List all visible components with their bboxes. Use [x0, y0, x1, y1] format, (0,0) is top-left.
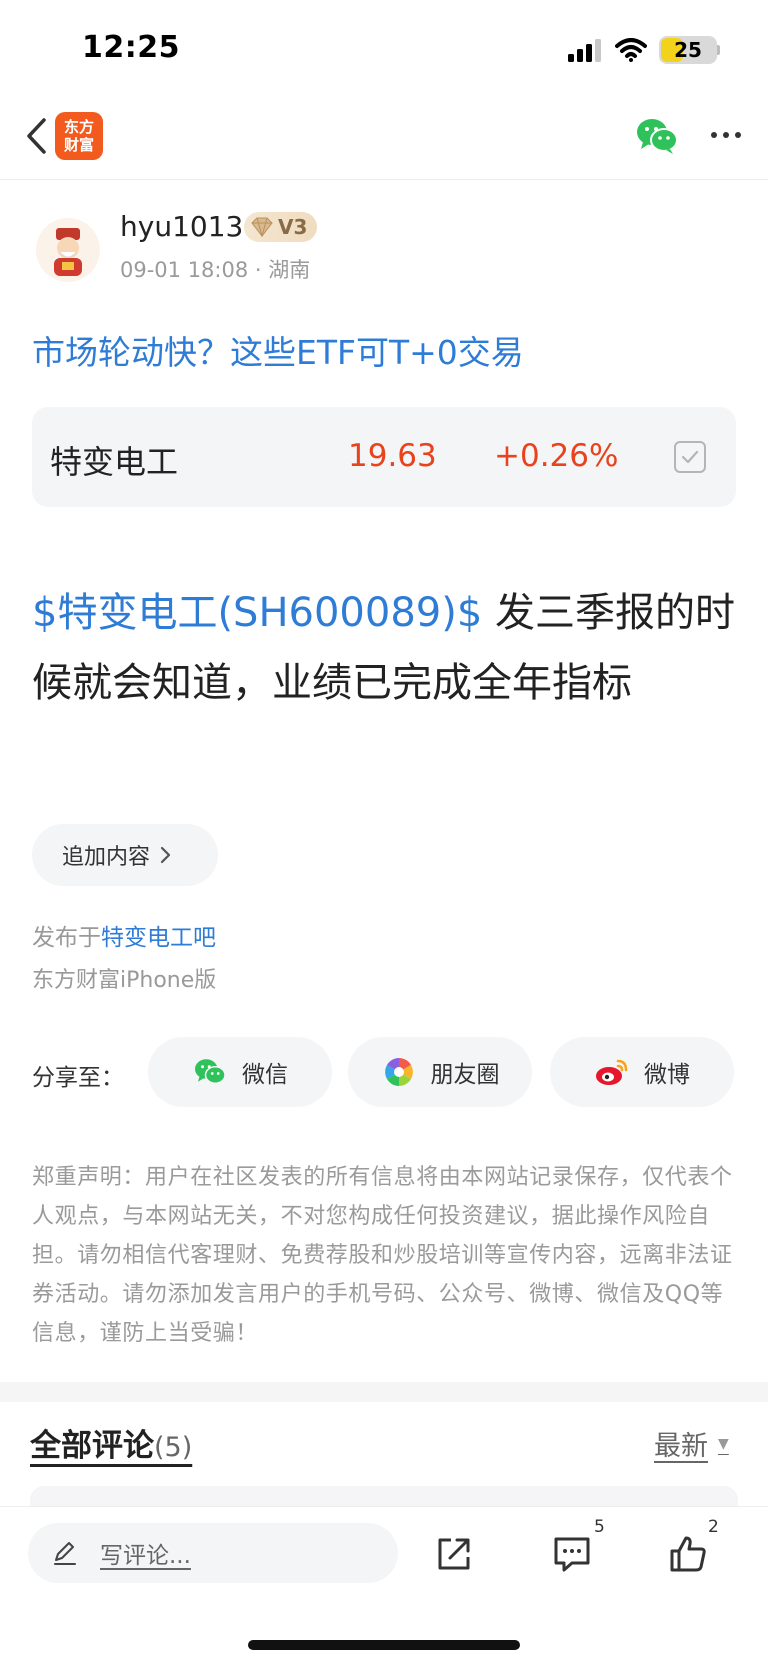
stock-change: +0.26% [494, 438, 619, 474]
share-wechat-label: 微信 [242, 1062, 288, 1088]
comments-count: (5) [154, 1432, 193, 1463]
stock-card[interactable]: 特变电工 19.63 +0.26% [32, 407, 736, 507]
moments-icon [381, 1057, 417, 1087]
section-divider [0, 1382, 768, 1402]
nav-bar: 东方 财富 [0, 100, 768, 180]
comment-count: 5 [594, 1517, 605, 1537]
sort-label: 最新 [654, 1431, 708, 1462]
wechat-icon [192, 1057, 228, 1087]
share-moments-label: 朋友圈 [430, 1062, 500, 1088]
comment-icon[interactable] [548, 1531, 596, 1577]
like-icon[interactable] [664, 1531, 712, 1577]
status-time: 12:25 [82, 30, 180, 65]
vip-level-badge: V3 [244, 212, 318, 242]
author-name[interactable]: hyu1013 [120, 210, 243, 243]
app-logo-line2: 财富 [63, 136, 94, 154]
status-icons: 25 [567, 36, 720, 64]
disclaimer: 郑重声明：用户在社区发表的所有信息将由本网站记录保存，仅代表个人观点，与本网站无… [32, 1165, 733, 1346]
share-moments-button[interactable]: 朋友圈 [348, 1037, 532, 1107]
client-info: 东方财富iPhone版 [32, 968, 217, 993]
weibo-icon [594, 1057, 630, 1087]
diamond-icon [251, 217, 273, 237]
comments-title: 全部评论 [30, 1428, 154, 1464]
like-count: 2 [708, 1517, 719, 1537]
post-meta: 09-01 18:08 · 湖南 [120, 258, 311, 282]
bottom-action-bar: 写评论... 5 2 [0, 1506, 768, 1664]
app-logo[interactable]: 东方 财富 [55, 112, 103, 160]
publish-prefix: 发布于 [32, 925, 101, 951]
wifi-icon [615, 38, 647, 62]
comment-input[interactable]: 写评论... [28, 1523, 398, 1583]
more-icon[interactable] [704, 120, 748, 150]
share-weibo-button[interactable]: 微博 [550, 1037, 734, 1107]
comments-header[interactable]: 全部评论(5) [30, 1420, 192, 1465]
signal-icon [568, 39, 601, 62]
publish-info: 发布于特变电工吧 [32, 918, 216, 952]
forum-link[interactable]: 特变电工吧 [101, 925, 216, 951]
share-wechat-button[interactable]: 微信 [148, 1037, 332, 1107]
author-row: hyu1013 V3 09-01 18:08 · 湖南 [32, 206, 732, 286]
topic-link[interactable]: 市场轮动快？这些ETF可T+0交易 [32, 326, 524, 374]
share-weibo-label: 微博 [644, 1062, 690, 1088]
stock-cashtag-link[interactable]: $特变电工(SH600089)$ [32, 590, 482, 636]
sort-button[interactable]: 最新 ▼ [654, 1424, 729, 1463]
share-icon[interactable] [430, 1531, 478, 1577]
add-content-label: 追加内容 [62, 845, 151, 870]
home-indicator [248, 1640, 520, 1650]
battery-level: 25 [674, 38, 702, 62]
add-content-button[interactable]: 追加内容 [32, 824, 218, 886]
edit-icon [54, 1542, 76, 1565]
status-bar: 12:25 25 [0, 0, 768, 100]
wechat-icon[interactable] [636, 116, 678, 156]
battery-indicator: 25 [659, 36, 720, 64]
stock-name: 特变电工 [50, 443, 179, 481]
checkbox-icon[interactable] [674, 441, 706, 473]
vip-level: V3 [278, 215, 308, 239]
back-icon[interactable] [14, 114, 58, 158]
post-body: $特变电工(SH600089)$ 发三季报的时候就会知道，业绩已完成全年指标 [32, 578, 736, 718]
battery-icon: 25 [659, 36, 717, 64]
caret-down-icon: ▼ [718, 1435, 729, 1452]
avatar[interactable] [36, 218, 100, 282]
stock-price: 19.63 [348, 438, 437, 474]
share-label: 分享至： [32, 1065, 124, 1091]
chevron-right-icon [160, 846, 171, 864]
comment-placeholder: 写评论... [100, 1543, 191, 1569]
app-logo-line1: 东方 [63, 118, 94, 136]
